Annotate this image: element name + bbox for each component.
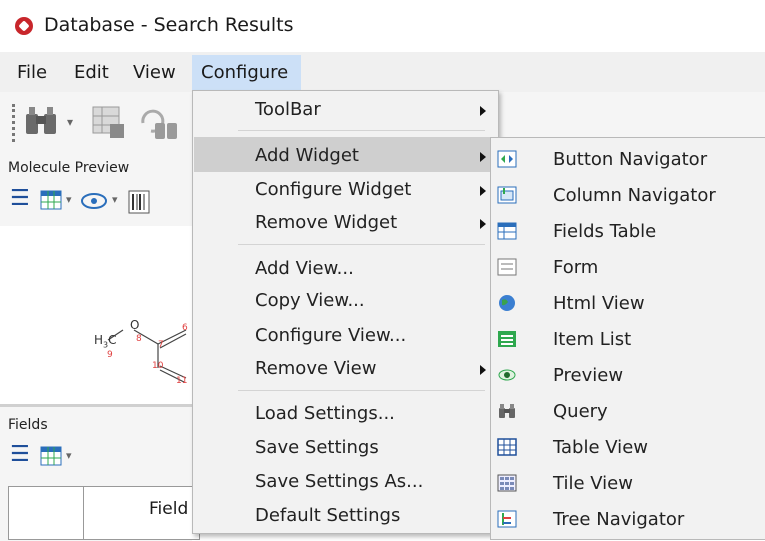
tree-navigator-icon bbox=[497, 510, 517, 528]
atom-index-8: 8 bbox=[136, 334, 142, 344]
refresh-query-icon[interactable] bbox=[137, 105, 187, 143]
menu-view[interactable]: View bbox=[133, 62, 176, 83]
menu-configure[interactable]: Configure bbox=[201, 62, 288, 83]
grid-view-icon[interactable] bbox=[40, 190, 64, 212]
table-toolbar-icon[interactable] bbox=[92, 106, 128, 140]
fields-grid-icon[interactable] bbox=[40, 446, 64, 468]
fields-table-icon bbox=[497, 222, 517, 240]
menu-item-toolbar[interactable]: ToolBar bbox=[255, 99, 321, 120]
remove-view-submenu-arrow-icon bbox=[480, 365, 486, 375]
submenu-item-fields-table[interactable]: Fields Table bbox=[553, 221, 656, 242]
submenu-item-table-view[interactable]: Table View bbox=[553, 437, 648, 458]
menu-separator bbox=[238, 130, 485, 131]
binoculars-icon bbox=[499, 404, 515, 418]
item-list-icon bbox=[498, 331, 516, 347]
fields-hamburger-icon[interactable]: ☰ bbox=[10, 444, 30, 466]
atom-index-9: 9 bbox=[107, 350, 113, 360]
menu-bar bbox=[0, 52, 765, 92]
menu-item-save-settings-as[interactable]: Save Settings As... bbox=[255, 471, 423, 492]
barcode-icon[interactable] bbox=[128, 190, 150, 214]
preview-eye-icon[interactable] bbox=[80, 192, 108, 210]
query-dropdown-chevron-icon[interactable]: ▾ bbox=[67, 115, 73, 129]
submenu-item-tile-view[interactable]: Tile View bbox=[553, 473, 633, 494]
menu-edit[interactable]: Edit bbox=[74, 62, 109, 83]
menu-item-configure-widget[interactable]: Configure Widget bbox=[255, 179, 411, 200]
eye-icon bbox=[498, 369, 516, 381]
hamburger-menu-icon[interactable]: ☰ bbox=[10, 188, 30, 210]
tile-view-icon bbox=[497, 474, 517, 492]
menu-item-configure-view[interactable]: Configure View... bbox=[255, 325, 406, 346]
add-widget-submenu-arrow-icon bbox=[480, 152, 486, 162]
atom-index-11: 11 bbox=[176, 376, 188, 386]
toolbar-submenu-arrow-icon bbox=[480, 106, 486, 116]
menu-separator bbox=[238, 244, 485, 245]
remove-widget-submenu-arrow-icon bbox=[480, 219, 486, 229]
menu-item-add-view[interactable]: Add View... bbox=[255, 258, 354, 279]
eye-dropdown-icon[interactable]: ▾ bbox=[112, 193, 118, 206]
query-binoculars-icon[interactable] bbox=[24, 104, 64, 138]
fields-column-header[interactable]: Field bbox=[149, 499, 188, 519]
submenu-item-preview[interactable]: Preview bbox=[553, 365, 623, 386]
menu-file[interactable]: File bbox=[17, 62, 47, 83]
toolbar-grip[interactable] bbox=[12, 104, 18, 142]
submenu-item-column-navigator[interactable]: Column Navigator bbox=[553, 185, 716, 206]
molecule-h3c: H3C bbox=[94, 333, 117, 350]
menu-separator bbox=[238, 390, 485, 391]
atom-index-10: 10 bbox=[152, 361, 164, 371]
menu-item-load-settings[interactable]: Load Settings... bbox=[255, 403, 395, 424]
fields-title: Fields bbox=[8, 417, 48, 433]
app-logo-icon bbox=[15, 17, 33, 35]
column-navigator-icon bbox=[497, 186, 517, 204]
form-icon bbox=[497, 258, 517, 276]
atom-index-6: 6 bbox=[182, 323, 188, 333]
molecule-preview-title: Molecule Preview bbox=[8, 160, 130, 176]
menu-item-copy-view[interactable]: Copy View... bbox=[255, 290, 365, 311]
table-column-divider bbox=[83, 487, 84, 539]
submenu-item-form[interactable]: Form bbox=[553, 257, 598, 278]
button-navigator-icon bbox=[497, 150, 517, 168]
globe-icon bbox=[499, 295, 515, 311]
submenu-item-html-view[interactable]: Html View bbox=[553, 293, 645, 314]
submenu-item-item-list[interactable]: Item List bbox=[553, 329, 631, 350]
window-title: Database - Search Results bbox=[44, 14, 294, 36]
submenu-item-query[interactable]: Query bbox=[553, 401, 608, 422]
submenu-item-button-navigator[interactable]: Button Navigator bbox=[553, 149, 707, 170]
table-view-icon bbox=[497, 438, 517, 456]
fields-grid-dropdown-icon[interactable]: ▾ bbox=[66, 449, 72, 462]
menu-item-remove-widget[interactable]: Remove Widget bbox=[255, 212, 397, 233]
atom-index-7: 7 bbox=[158, 340, 164, 350]
menu-item-default-settings[interactable]: Default Settings bbox=[255, 505, 400, 526]
molecule-oxygen: O bbox=[130, 318, 140, 332]
configure-widget-submenu-arrow-icon bbox=[480, 186, 486, 196]
fields-table: Field bbox=[8, 486, 200, 540]
grid-view-dropdown-icon[interactable]: ▾ bbox=[66, 193, 72, 206]
menu-item-save-settings[interactable]: Save Settings bbox=[255, 437, 379, 458]
menu-item-add-widget[interactable]: Add Widget bbox=[255, 145, 359, 166]
submenu-item-tree-navigator[interactable]: Tree Navigator bbox=[553, 509, 684, 530]
menu-item-remove-view[interactable]: Remove View bbox=[255, 358, 376, 379]
